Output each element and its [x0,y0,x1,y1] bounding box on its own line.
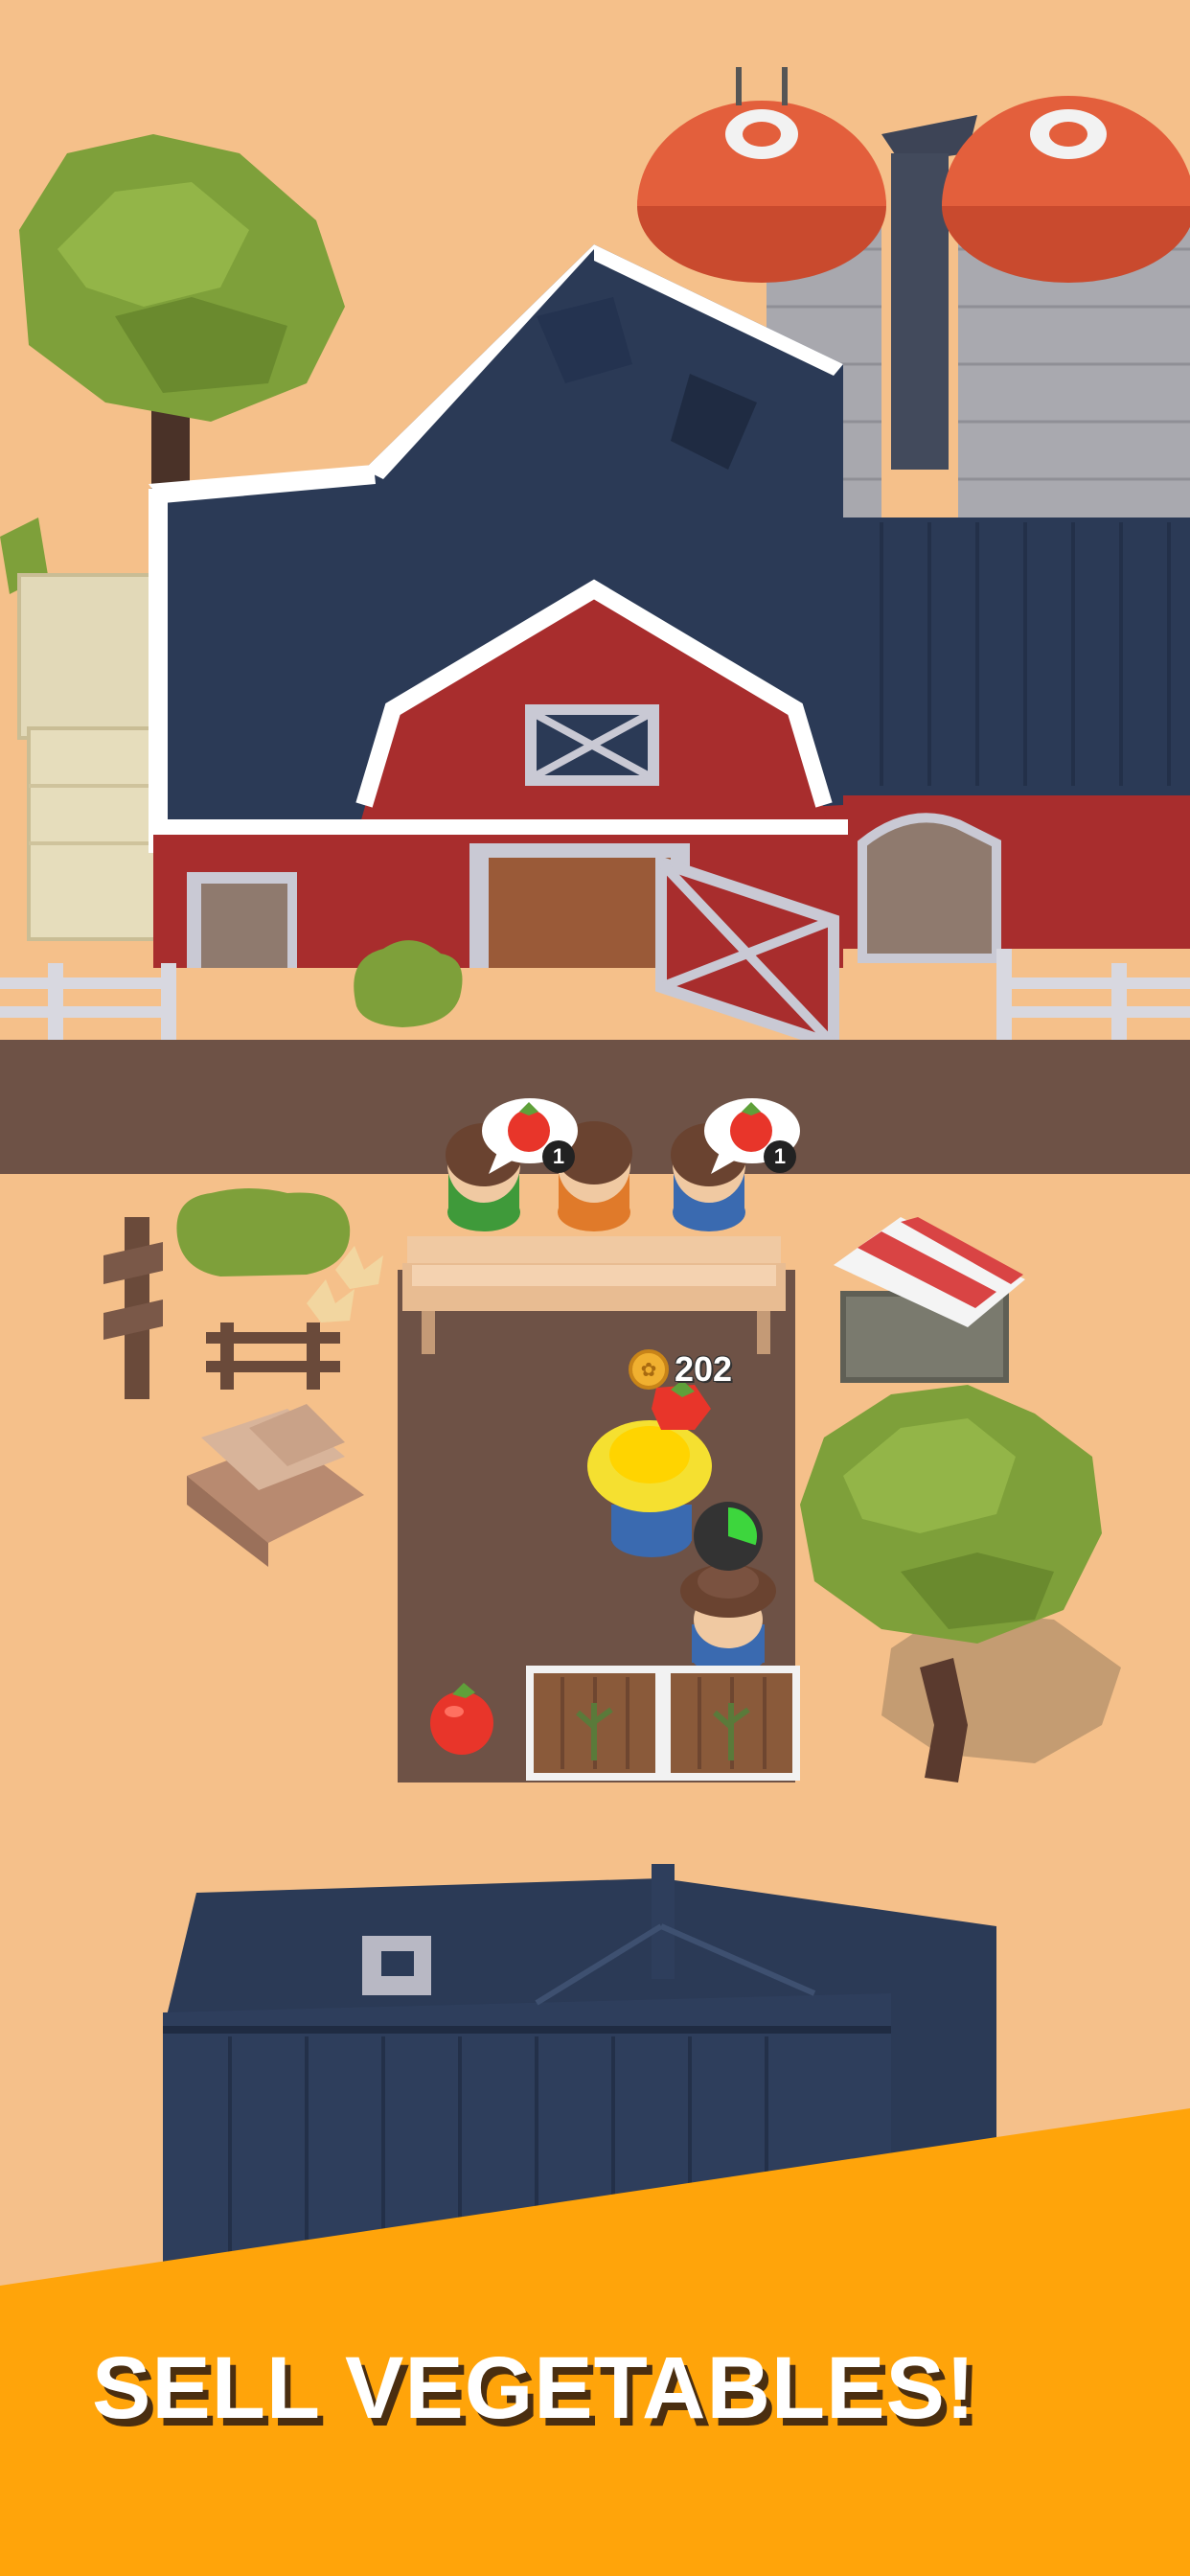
silo-right [942,96,1190,556]
crop-plot[interactable] [526,1666,663,1781]
farmer-helper [680,1564,776,1673]
banner-title: SELL VEGETABLES! [92,2339,976,2437]
coin-count: 202 [675,1349,733,1389]
bush-left [176,1188,351,1276]
coin-counter: ✿ 202 [629,1349,732,1390]
farm-scene [0,0,1190,2576]
game-stage: 1 1 ✿ 202 SELL VEGETABLES! [0,0,1190,2576]
order-quantity-1: 1 [542,1140,575,1173]
coin-icon: ✿ [629,1349,669,1390]
crop-plots [526,1666,800,1781]
crop-plot[interactable] [663,1666,800,1781]
side-barn [795,518,1190,963]
order-quantity-3: 1 [764,1140,796,1173]
